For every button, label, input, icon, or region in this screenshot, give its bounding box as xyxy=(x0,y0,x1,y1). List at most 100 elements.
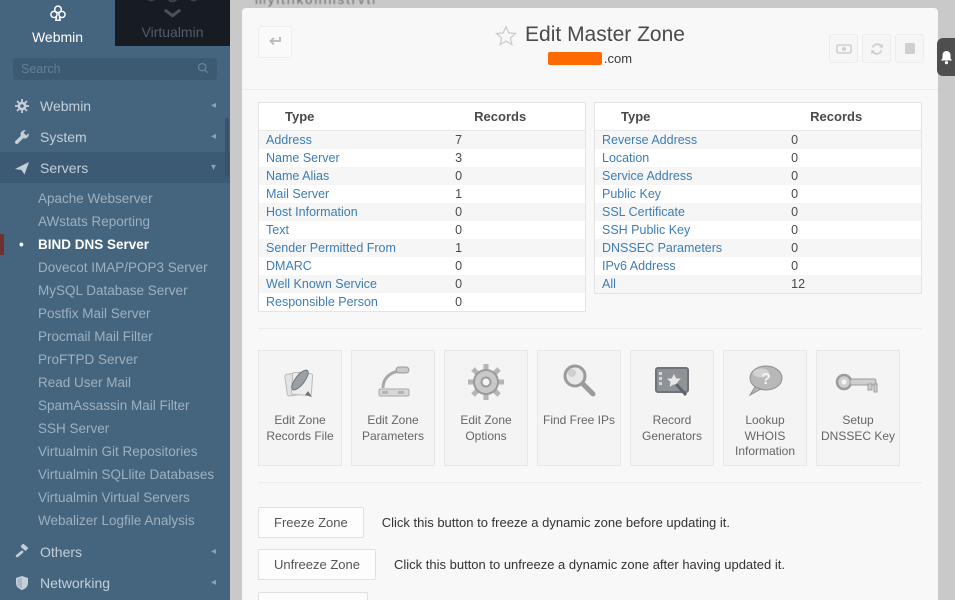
search-input[interactable] xyxy=(21,62,197,76)
record-type-link[interactable]: Location xyxy=(595,149,785,167)
record-type-link[interactable]: Public Key xyxy=(595,185,785,203)
record-type-link[interactable]: IPv6 Address xyxy=(595,257,785,275)
cropped-bottom-button[interactable] xyxy=(258,592,368,600)
unfreeze-zone-button[interactable]: Unfreeze Zone xyxy=(258,549,376,580)
key-icon xyxy=(834,351,882,413)
record-generators-button[interactable]: Record Generators xyxy=(630,350,714,466)
content-panel: Edit Master Zone .com xyxy=(242,8,938,600)
chevron-left-icon: ◂ xyxy=(211,546,216,557)
star-icon[interactable] xyxy=(495,25,517,46)
sidebar-item-apache[interactable]: Apache Webserver xyxy=(0,187,230,210)
apply-zone-button[interactable] xyxy=(829,34,858,63)
lookup-whois-button[interactable]: ? Lookup WHOIS Information xyxy=(723,350,807,466)
action-label: Lookup WHOIS Information xyxy=(724,413,806,460)
sidebar-item-proftpd[interactable]: ProFTPD Server xyxy=(0,348,230,371)
table-row: SSL Certificate0 xyxy=(595,203,922,221)
record-type-link[interactable]: SSL Certificate xyxy=(595,203,785,221)
sidebar-item-awstats[interactable]: AWstats Reporting xyxy=(0,210,230,233)
record-type-link[interactable]: Host Information xyxy=(259,203,449,221)
record-type-link[interactable]: DMARC xyxy=(259,257,449,275)
sidebar-scrollbar[interactable] xyxy=(225,118,229,176)
record-count: 0 xyxy=(784,149,921,167)
cropped-breadcrumb-text: myitlikoninstrvtl xyxy=(255,0,585,7)
sidebar-section-label: Webmin xyxy=(40,98,91,114)
record-count: 0 xyxy=(448,275,585,293)
record-type-link[interactable]: All xyxy=(595,275,785,294)
virtualmin-tab-decoration-icon xyxy=(115,0,230,22)
banknote-icon xyxy=(836,43,852,55)
record-summary-tables: Type Records Address7 Name Server3 Name … xyxy=(258,102,922,312)
magnifier-icon xyxy=(558,351,600,413)
edit-zone-parameters-button[interactable]: Edit Zone Parameters xyxy=(351,350,435,466)
record-table-left: Type Records Address7 Name Server3 Name … xyxy=(258,102,586,312)
record-type-link[interactable]: Responsible Person xyxy=(259,293,449,312)
sidebar-section-servers[interactable]: Servers ▾ xyxy=(0,152,230,183)
record-count: 7 xyxy=(448,131,585,150)
shield-icon xyxy=(14,575,30,591)
sidebar-nav: Webmin ◂ System ◂ Servers ▾ Apache Webse… xyxy=(0,90,230,598)
record-type-link[interactable]: Sender Permitted From xyxy=(259,239,449,257)
sidebar-item-virtualmin-git[interactable]: Virtualmin Git Repositories xyxy=(0,440,230,463)
record-type-link[interactable]: Address xyxy=(259,131,449,150)
table-row: Name Server3 xyxy=(259,149,586,167)
edit-zone-options-button[interactable]: Edit Zone Options xyxy=(444,350,528,466)
sidebar-item-procmail[interactable]: Procmail Mail Filter xyxy=(0,325,230,348)
sidebar-item-spamassassin[interactable]: SpamAssassin Mail Filter xyxy=(0,394,230,417)
sidebar-item-read-user-mail[interactable]: Read User Mail xyxy=(0,371,230,394)
gear-icon xyxy=(14,98,30,114)
sidebar-item-webalizer[interactable]: Webalizer Logfile Analysis xyxy=(0,509,230,532)
sidebar-item-bind-dns[interactable]: BIND DNS Server xyxy=(0,233,230,256)
table-row: Name Alias0 xyxy=(259,167,586,185)
action-label: Edit Zone Parameters xyxy=(352,413,434,444)
sidebar-section-label: System xyxy=(40,129,87,145)
page-title: Edit Master Zone xyxy=(525,23,685,47)
zone-action-buttons: Edit Zone Records File Edit Zone Paramet… xyxy=(258,350,922,466)
record-count: 12 xyxy=(784,275,921,294)
refresh-button[interactable] xyxy=(862,34,891,63)
gear-icon xyxy=(465,351,507,413)
record-type-link[interactable]: Reverse Address xyxy=(595,131,785,150)
table-row: IPv6 Address0 xyxy=(595,257,922,275)
record-type-link[interactable]: Service Address xyxy=(595,167,785,185)
stop-bind-button[interactable] xyxy=(895,34,924,63)
sidebar-section-system[interactable]: System ◂ xyxy=(0,121,230,152)
tab-virtualmin[interactable]: Virtualmin xyxy=(115,0,230,46)
record-count: 0 xyxy=(784,131,921,150)
sidebar-item-virtualmin-servers[interactable]: Virtualmin Virtual Servers xyxy=(0,486,230,509)
setup-dnssec-key-button[interactable]: Setup DNSSEC Key xyxy=(816,350,900,466)
sidebar-section-label: Others xyxy=(40,544,82,560)
record-type-link[interactable]: Well Known Service xyxy=(259,275,449,293)
sidebar-item-ssh[interactable]: SSH Server xyxy=(0,417,230,440)
action-label: Find Free IPs xyxy=(540,413,618,429)
table-row: Well Known Service0 xyxy=(259,275,586,293)
table-row: Sender Permitted From1 xyxy=(259,239,586,257)
desk-lamp-icon xyxy=(371,351,415,413)
domain-suffix: .com xyxy=(604,51,632,66)
find-free-ips-button[interactable]: Find Free IPs xyxy=(537,350,621,466)
notifications-tab[interactable] xyxy=(937,38,955,76)
sidebar-item-mysql[interactable]: MySQL Database Server xyxy=(0,279,230,302)
sidebar-section-networking[interactable]: Networking ◂ xyxy=(0,567,230,598)
column-header-records: Records xyxy=(448,103,585,131)
record-type-link[interactable]: Name Alias xyxy=(259,167,449,185)
tab-webmin[interactable]: Webmin xyxy=(0,0,115,46)
back-button[interactable] xyxy=(258,26,292,58)
sidebar-item-postfix[interactable]: Postfix Mail Server xyxy=(0,302,230,325)
unfreeze-zone-row: Unfreeze Zone Click this button to unfre… xyxy=(258,549,922,580)
bell-icon xyxy=(940,50,953,65)
record-type-link[interactable]: Mail Server xyxy=(259,185,449,203)
record-type-link[interactable]: SSH Public Key xyxy=(595,221,785,239)
sidebar-item-virtualmin-sqlite[interactable]: Virtualmin SQLlite Databases xyxy=(0,463,230,486)
record-type-link[interactable]: DNSSEC Parameters xyxy=(595,239,785,257)
table-row: All12 xyxy=(595,275,922,294)
edit-zone-records-file-button[interactable]: Edit Zone Records File xyxy=(258,350,342,466)
sidebar-item-dovecot[interactable]: Dovecot IMAP/POP3 Server xyxy=(0,256,230,279)
record-type-link[interactable]: Name Server xyxy=(259,149,449,167)
freeze-zone-button[interactable]: Freeze Zone xyxy=(258,507,364,538)
sidebar-section-webmin[interactable]: Webmin ◂ xyxy=(0,90,230,121)
sidebar-section-others[interactable]: Others ◂ xyxy=(0,536,230,567)
record-count: 0 xyxy=(784,221,921,239)
record-type-link[interactable]: Text xyxy=(259,221,449,239)
partial-button-row xyxy=(258,592,922,600)
record-count: 0 xyxy=(784,167,921,185)
